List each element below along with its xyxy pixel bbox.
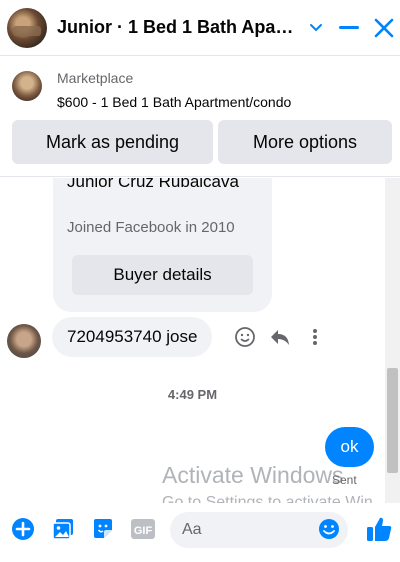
conversation-title[interactable]: Junior · 1 Bed 1 Bath Apart... (57, 17, 297, 38)
add-icon[interactable] (10, 516, 36, 542)
listing-title[interactable]: $600 - 1 Bed 1 Bath Apartment/condo (57, 94, 291, 110)
chat-header: Junior · 1 Bed 1 Bath Apart... (0, 0, 400, 56)
sticker-icon[interactable] (90, 516, 116, 542)
scrollbar-thumb[interactable] (387, 368, 398, 473)
thumbs-up-icon[interactable] (364, 514, 394, 544)
activate-windows-watermark: Activate Windows (162, 462, 344, 488)
reply-icon[interactable] (268, 325, 292, 349)
gif-label: GIF (134, 525, 153, 537)
emoji-icon[interactable] (316, 516, 342, 542)
message-status: Sent (332, 473, 357, 487)
gif-icon[interactable]: GIF (130, 516, 156, 542)
outgoing-message[interactable]: ok (325, 427, 374, 467)
sender-avatar[interactable] (7, 324, 41, 358)
marketplace-label: Marketplace (57, 70, 134, 86)
message-composer: GIF (0, 504, 400, 562)
message-timestamp: 4:49 PM (167, 387, 218, 402)
more-options-button[interactable]: More options (218, 120, 392, 164)
mark-as-pending-button[interactable]: Mark as pending (12, 120, 213, 164)
minimize-icon[interactable] (335, 14, 363, 42)
marketplace-listing-card: Marketplace $600 - 1 Bed 1 Bath Apartmen… (0, 57, 400, 177)
conversation-avatar[interactable] (7, 7, 47, 48)
listing-thumbnail[interactable] (12, 71, 42, 101)
activate-windows-subtext: Go to Settings to activate Win (162, 494, 373, 503)
buyer-joined-date: Joined Facebook in 2010 (67, 219, 235, 236)
incoming-message[interactable]: 7204953740 jose (52, 317, 213, 357)
react-icon[interactable] (233, 325, 257, 349)
message-thread[interactable]: Junior Cruz Rubalcava Joined Facebook in… (0, 178, 400, 503)
buyer-name: Junior Cruz Rubalcava (67, 178, 239, 191)
close-icon[interactable] (370, 14, 398, 42)
more-actions-icon[interactable] (303, 325, 327, 349)
photo-icon[interactable] (50, 516, 76, 542)
buyer-profile-card: Junior Cruz Rubalcava Joined Facebook in… (53, 178, 272, 312)
chevron-down-icon[interactable] (302, 14, 330, 42)
buyer-details-button[interactable]: Buyer details (72, 255, 253, 295)
